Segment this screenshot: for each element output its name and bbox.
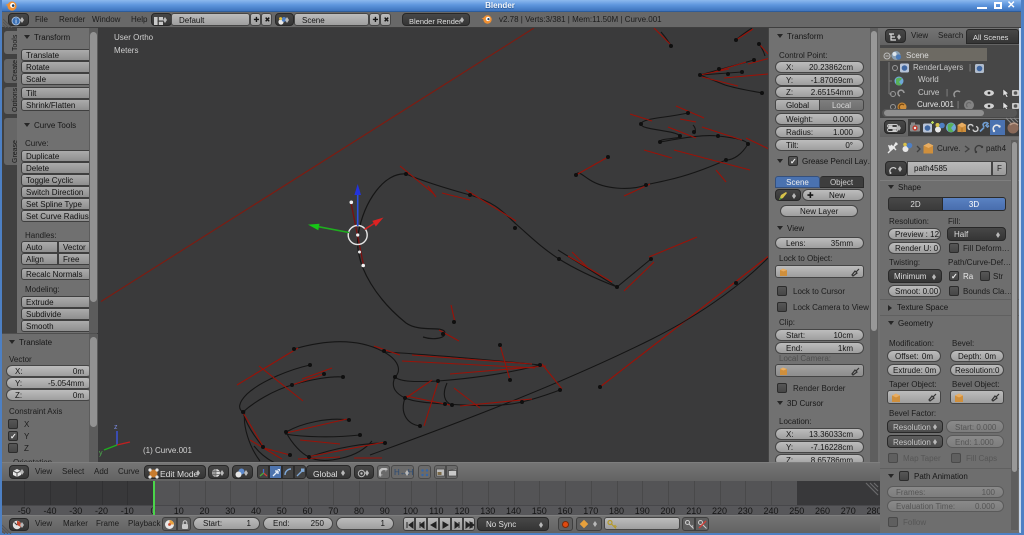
svg-text:z: z: [114, 424, 118, 431]
svg-text:y: y: [99, 450, 103, 457]
